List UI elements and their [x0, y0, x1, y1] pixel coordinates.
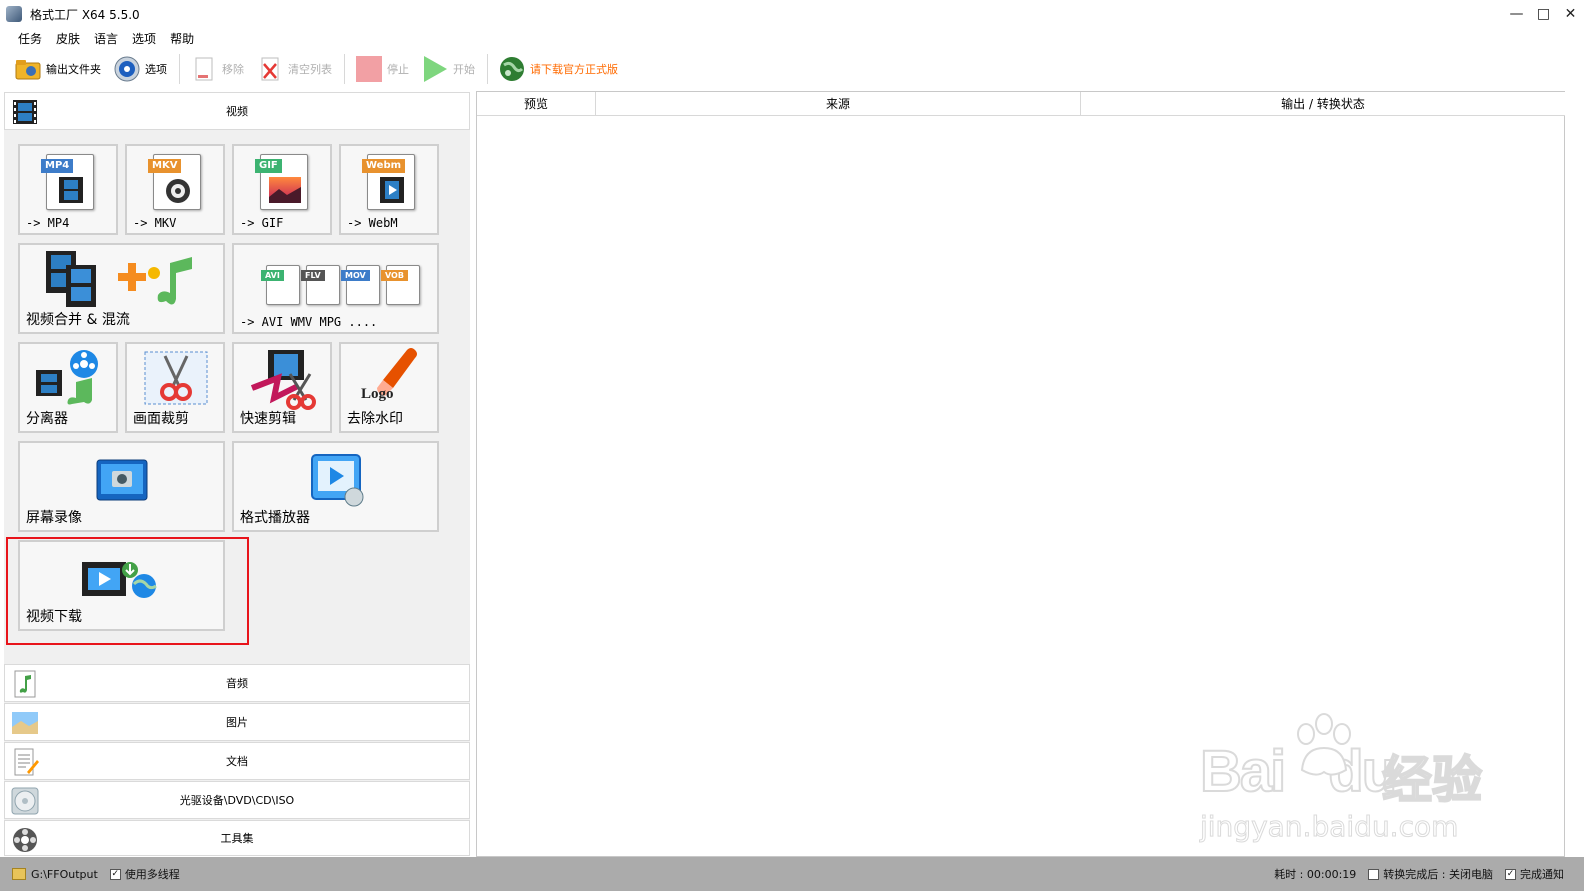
film-reel-icon — [166, 179, 190, 203]
tile-to-other-formats[interactable]: AVI FLV MOV VOB -> AVI WMV MPG .... — [232, 243, 439, 334]
stop-button[interactable]: 停止 — [355, 55, 409, 83]
file-icon: VOB — [381, 265, 420, 305]
menu-skin[interactable]: 皮肤 — [56, 30, 80, 47]
menu-bar: 任务 皮肤 语言 选项 帮助 — [0, 28, 208, 48]
app-icon — [6, 6, 22, 22]
minimize-icon[interactable]: — — [1503, 0, 1530, 28]
start-button[interactable]: 开始 — [421, 55, 475, 83]
tile-screen-record[interactable]: 屏幕录像 — [18, 441, 225, 532]
menu-task[interactable]: 任务 — [18, 30, 42, 47]
gear-icon — [114, 56, 140, 82]
clear-list-button[interactable]: 清空列表 — [256, 55, 332, 83]
multithread-checkbox[interactable]: ✓ — [109, 868, 121, 880]
scissors-crop-icon — [144, 351, 208, 405]
column-source[interactable]: 来源 — [596, 92, 1081, 116]
category-video[interactable]: 视频 — [4, 92, 470, 130]
toolbar: 输出文件夹 选项 移除 清空列表 停止 开始 请下载官方正式版 — [0, 50, 1584, 88]
remove-button[interactable]: 移除 — [190, 55, 244, 83]
tile-to-webm[interactable]: Webm -> WebM — [339, 144, 439, 235]
file-icon: MP4 — [41, 154, 94, 210]
stop-icon — [356, 56, 382, 82]
close-icon[interactable]: ✕ — [1557, 0, 1584, 28]
file-icon: FLV — [301, 265, 340, 305]
maximize-icon[interactable]: □ — [1530, 0, 1557, 28]
format-icons-group: AVI FLV MOV VOB — [258, 261, 428, 309]
picture-icon — [12, 712, 38, 734]
tile-player[interactable]: 格式播放器 — [232, 441, 439, 532]
baidu-watermark: Bai du 经验 jingyan.baidu.com — [1199, 712, 1490, 852]
tile-remove-watermark[interactable]: Logo 去除水印 — [339, 342, 439, 433]
file-icon: Webm — [362, 154, 415, 210]
tile-video-merge[interactable]: 视频合并 & 混流 — [18, 243, 225, 334]
film-play-icon — [380, 177, 404, 203]
highlight-box — [6, 537, 249, 645]
column-output-status[interactable]: 输出 / 转换状态 — [1081, 92, 1565, 116]
file-icon: MOV — [341, 265, 380, 305]
merge-icon — [46, 251, 192, 307]
paw-icon — [1297, 713, 1351, 776]
document-remove-icon — [195, 57, 213, 81]
options-button[interactable]: 选项 — [113, 55, 167, 83]
play-icon — [424, 56, 447, 82]
music-note-icon — [14, 670, 36, 698]
screen-record-icon — [96, 459, 148, 501]
folder-icon[interactable] — [12, 868, 26, 880]
tile-crop[interactable]: 画面裁剪 — [125, 342, 225, 433]
category-document[interactable]: 文档 — [4, 742, 470, 780]
tile-quick-edit[interactable]: 快速剪辑 — [232, 342, 332, 433]
column-preview[interactable]: 预览 — [477, 92, 596, 116]
menu-help[interactable]: 帮助 — [170, 30, 194, 47]
status-bar: G:\FFOutput ✓ 使用多线程 耗时 : 00:00:19 转换完成后 … — [0, 857, 1584, 891]
toolbar-separator — [487, 54, 488, 84]
menu-language[interactable]: 语言 — [94, 30, 118, 47]
film-icon — [13, 100, 37, 124]
elapsed-time: 耗时 : 00:00:19 — [1274, 868, 1357, 881]
multithread-label: 使用多线程 — [124, 868, 180, 881]
output-path[interactable]: G:\FFOutput — [31, 868, 98, 881]
category-tools[interactable]: 工具集 — [4, 820, 470, 856]
logo-text: Logo — [361, 386, 394, 402]
toolbar-separator — [344, 54, 345, 84]
after-convert-checkbox[interactable] — [1368, 868, 1380, 880]
disc-icon — [11, 787, 39, 815]
clear-list-icon — [261, 57, 279, 81]
category-image[interactable]: 图片 — [4, 703, 470, 741]
after-convert-label: 转换完成后 : 关闭电脑 — [1383, 868, 1493, 881]
toolbar-separator — [179, 54, 180, 84]
file-icon: AVI — [261, 265, 300, 305]
title-bar: 格式工厂 X64 5.5.0 — □ ✕ — [0, 0, 1584, 28]
film-icon — [59, 177, 83, 203]
folder-icon — [15, 60, 41, 80]
globe-icon — [500, 57, 524, 81]
window-title: 格式工厂 X64 5.5.0 — [30, 7, 140, 22]
menu-options[interactable]: 选项 — [132, 30, 156, 47]
player-icon — [311, 454, 364, 507]
notify-checkbox[interactable]: ✓ — [1505, 868, 1516, 880]
file-icon: MKV — [148, 154, 201, 210]
category-panel: 视频 MP4 -> MP4 MKV -> MKV GIF -> GIF Webm… — [4, 92, 470, 856]
category-audio[interactable]: 音频 — [4, 664, 470, 702]
quick-edit-icon — [250, 350, 316, 410]
tile-to-gif[interactable]: GIF -> GIF — [232, 144, 332, 235]
tile-to-mkv[interactable]: MKV -> MKV — [125, 144, 225, 235]
document-icon — [14, 748, 39, 776]
file-icon: GIF — [255, 154, 308, 210]
notify-label: 完成通知 — [1520, 868, 1564, 881]
tile-splitter[interactable]: 分离器 — [18, 342, 118, 433]
window-controls: — □ ✕ — [1503, 0, 1584, 28]
output-folder-button[interactable]: 输出文件夹 — [14, 55, 101, 83]
tools-reel-icon — [13, 828, 37, 852]
splitter-icon — [36, 350, 98, 405]
image-icon — [269, 177, 301, 203]
download-official-link[interactable]: 请下载官方正式版 — [498, 55, 618, 83]
tile-to-mp4[interactable]: MP4 -> MP4 — [18, 144, 118, 235]
category-disc[interactable]: 光驱设备\DVD\CD\ISO — [4, 781, 470, 819]
